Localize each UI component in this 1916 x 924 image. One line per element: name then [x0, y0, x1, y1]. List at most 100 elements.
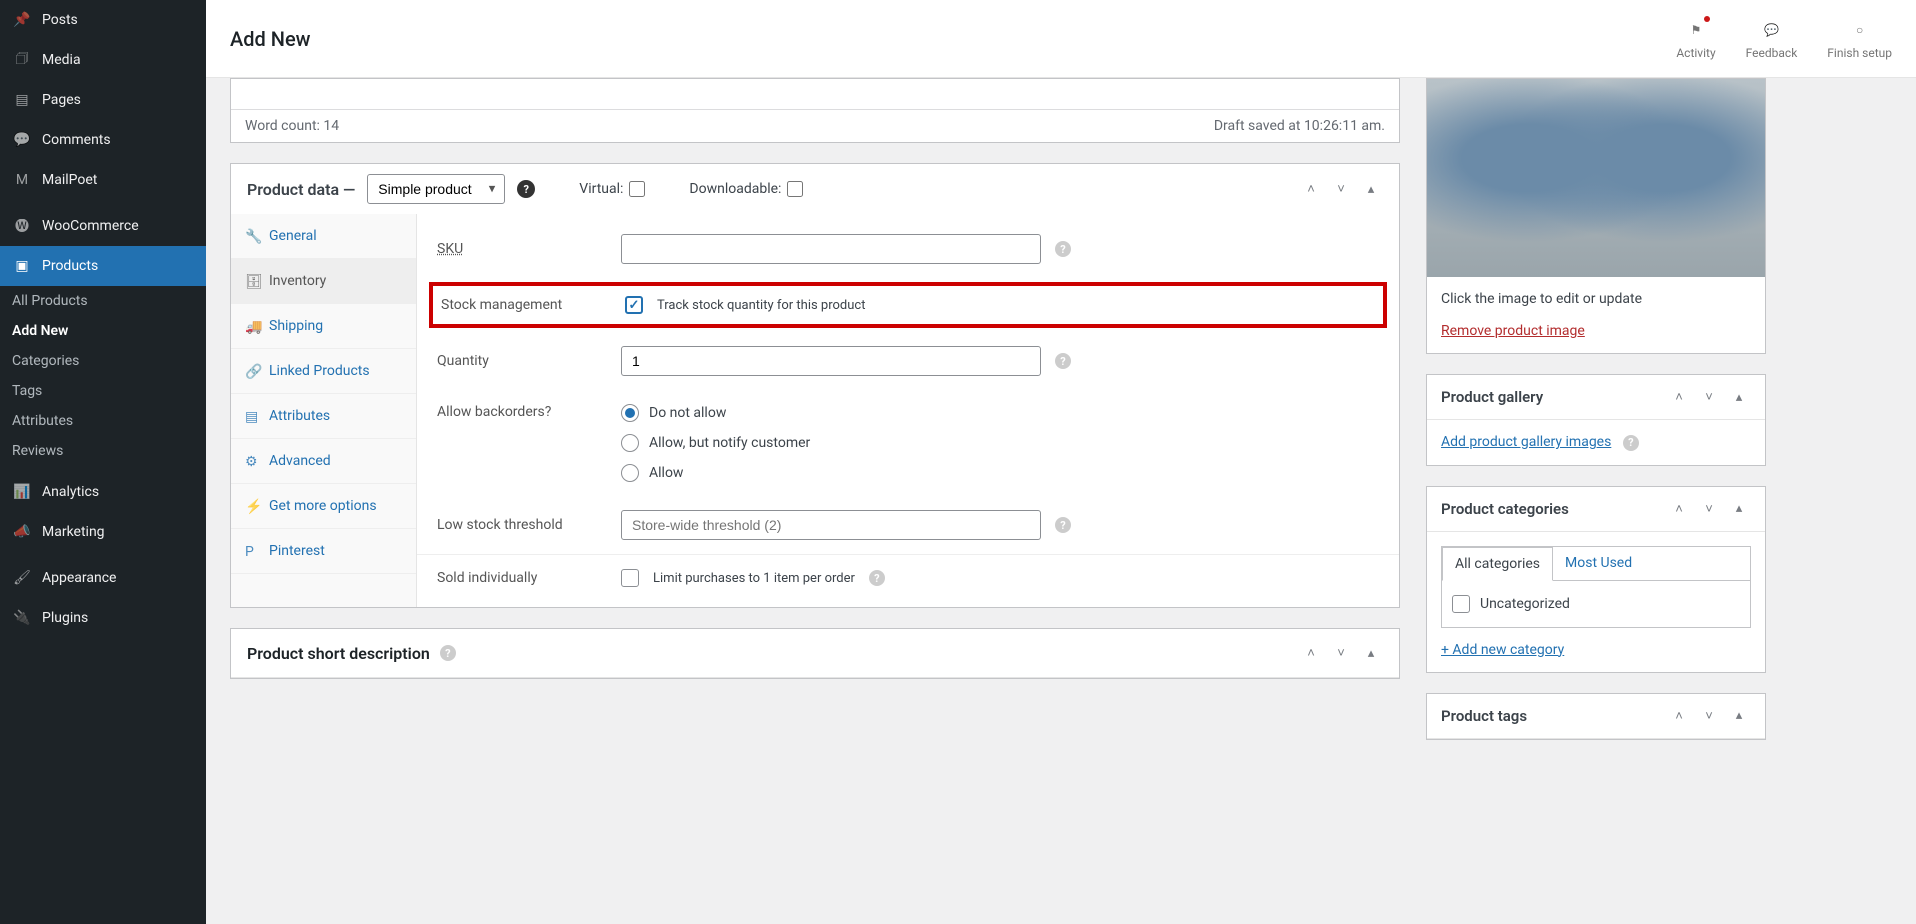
backorders-label: Allow backorders?	[437, 404, 621, 420]
help-icon[interactable]: ?	[1055, 241, 1071, 257]
panel-collapse-icon[interactable]: ▴	[1727, 497, 1751, 521]
add-new-category-link[interactable]: + Add new category	[1441, 642, 1564, 658]
pinterest-icon: P	[245, 544, 259, 558]
nav-woocommerce[interactable]: 🅦WooCommerce	[0, 206, 206, 246]
panel-collapse-icon[interactable]: ▴	[1727, 704, 1751, 728]
topbar-feedback[interactable]: 💬Feedback	[1746, 18, 1798, 60]
add-gallery-link[interactable]: Add product gallery images	[1441, 434, 1611, 450]
image-instruction: Click the image to edit or update	[1441, 291, 1751, 307]
plugin-icon: 🔌	[12, 608, 32, 628]
nav-analytics[interactable]: 📊Analytics	[0, 472, 206, 512]
nav-mailpoet[interactable]: MMailPoet	[0, 160, 206, 200]
sold-individually-label: Sold individually	[437, 570, 621, 586]
product-gallery-panel: Product gallery ˄˅▴ Add product gallery …	[1426, 374, 1766, 466]
tab-attributes[interactable]: ▤Attributes	[231, 394, 416, 439]
word-count: Word count: 14	[245, 118, 339, 134]
subnav-attributes[interactable]: Attributes	[0, 406, 206, 436]
product-image-panel: Click the image to edit or update Remove…	[1426, 78, 1766, 354]
nav-appearance[interactable]: 🖌Appearance	[0, 558, 206, 598]
pin-icon: 📌	[12, 10, 32, 30]
backorder-radio-no[interactable]	[621, 404, 639, 422]
circle-icon: ○	[1848, 18, 1872, 42]
panel-up-icon[interactable]: ˄	[1667, 704, 1691, 728]
panel-collapse-icon[interactable]: ▴	[1359, 641, 1383, 665]
product-type-select[interactable]: Simple product	[367, 174, 505, 204]
help-icon[interactable]: ?	[1055, 517, 1071, 533]
panel-down-icon[interactable]: ˅	[1697, 385, 1721, 409]
stock-mgmt-text: Track stock quantity for this product	[657, 298, 865, 313]
stock-mgmt-checkbox[interactable]: ✓	[625, 296, 643, 314]
list-icon: ▤	[245, 409, 259, 423]
nav-pages[interactable]: ▤Pages	[0, 80, 206, 120]
tab-most-used[interactable]: Most Used	[1553, 547, 1644, 580]
panel-collapse-icon[interactable]: ▴	[1359, 177, 1383, 201]
panel-collapse-icon[interactable]: ▴	[1727, 385, 1751, 409]
backorder-radio-yes[interactable]	[621, 464, 639, 482]
wrench-icon: 🔧	[245, 229, 259, 243]
editor-box: Word count: 14 Draft saved at 10:26:11 a…	[230, 78, 1400, 143]
panel-down-icon[interactable]: ˅	[1697, 497, 1721, 521]
nav-posts[interactable]: 📌Posts	[0, 0, 206, 40]
panel-down-icon[interactable]: ˅	[1329, 641, 1353, 665]
subnav-all-products[interactable]: All Products	[0, 286, 206, 316]
subnav-add-new[interactable]: Add New	[0, 316, 206, 346]
virtual-label: Virtual:	[579, 181, 623, 197]
mailpoet-icon: M	[12, 170, 32, 190]
panel-up-icon[interactable]: ˄	[1667, 497, 1691, 521]
short-description-title: Product short description	[247, 644, 430, 663]
category-checkbox-uncategorized[interactable]	[1452, 595, 1470, 613]
low-stock-input[interactable]	[621, 510, 1041, 540]
nav-marketing[interactable]: 📣Marketing	[0, 512, 206, 552]
sku-input[interactable]	[621, 234, 1041, 264]
remove-image-link[interactable]: Remove product image	[1441, 323, 1585, 339]
quantity-input[interactable]	[621, 346, 1041, 376]
help-icon[interactable]: ?	[869, 570, 885, 586]
nav-products[interactable]: ▣Products	[0, 246, 206, 286]
product-image[interactable]	[1427, 79, 1765, 277]
panel-down-icon[interactable]: ˅	[1697, 704, 1721, 728]
tab-advanced[interactable]: ⚙Advanced	[231, 439, 416, 484]
tab-pinterest[interactable]: PPinterest	[231, 529, 416, 574]
panel-down-icon[interactable]: ˅	[1329, 177, 1353, 201]
product-tags-panel: Product tags ˄˅▴	[1426, 693, 1766, 740]
inventory-icon: 🗄	[245, 274, 259, 288]
topbar-finish-setup[interactable]: ○Finish setup	[1827, 18, 1892, 60]
sold-individually-checkbox[interactable]	[621, 569, 639, 587]
quantity-label: Quantity	[437, 353, 621, 369]
tab-shipping[interactable]: 🚚Shipping	[231, 304, 416, 349]
tab-all-categories[interactable]: All categories	[1442, 547, 1553, 581]
tab-general[interactable]: 🔧General	[231, 214, 416, 259]
nav-comments[interactable]: 💬Comments	[0, 120, 206, 160]
nav-media[interactable]: 🗇Media	[0, 40, 206, 80]
virtual-checkbox[interactable]	[629, 181, 645, 197]
panel-up-icon[interactable]: ˄	[1667, 385, 1691, 409]
topbar: Add New ⚑Activity 💬Feedback ○Finish setu…	[206, 0, 1916, 78]
sold-individually-text: Limit purchases to 1 item per order	[653, 571, 855, 586]
subnav-reviews[interactable]: Reviews	[0, 436, 206, 466]
help-icon[interactable]: ?	[1055, 353, 1071, 369]
truck-icon: 🚚	[245, 319, 259, 333]
help-icon[interactable]: ?	[1623, 435, 1639, 451]
bolt-icon: ⚡	[245, 499, 259, 513]
tab-linked-products[interactable]: 🔗Linked Products	[231, 349, 416, 394]
panel-up-icon[interactable]: ˄	[1299, 641, 1323, 665]
media-icon: 🗇	[12, 50, 32, 70]
short-description-panel: Product short description ? ˄ ˅ ▴	[230, 628, 1400, 679]
subnav-categories[interactable]: Categories	[0, 346, 206, 376]
appearance-icon: 🖌	[12, 568, 32, 588]
downloadable-checkbox[interactable]	[787, 181, 803, 197]
marketing-icon: 📣	[12, 522, 32, 542]
nav-plugins[interactable]: 🔌Plugins	[0, 598, 206, 638]
page-title: Add New	[230, 27, 311, 51]
topbar-activity[interactable]: ⚑Activity	[1676, 18, 1715, 60]
help-icon[interactable]: ?	[517, 180, 535, 198]
panel-up-icon[interactable]: ˄	[1299, 177, 1323, 201]
subnav-tags[interactable]: Tags	[0, 376, 206, 406]
stock-mgmt-label: Stock management	[441, 297, 625, 313]
comment-icon: 💬	[12, 130, 32, 150]
backorder-radio-notify[interactable]	[621, 434, 639, 452]
analytics-icon: 📊	[12, 482, 32, 502]
tab-inventory[interactable]: 🗄Inventory	[231, 259, 416, 304]
tab-more-options[interactable]: ⚡Get more options	[231, 484, 416, 529]
help-icon[interactable]: ?	[440, 645, 456, 661]
